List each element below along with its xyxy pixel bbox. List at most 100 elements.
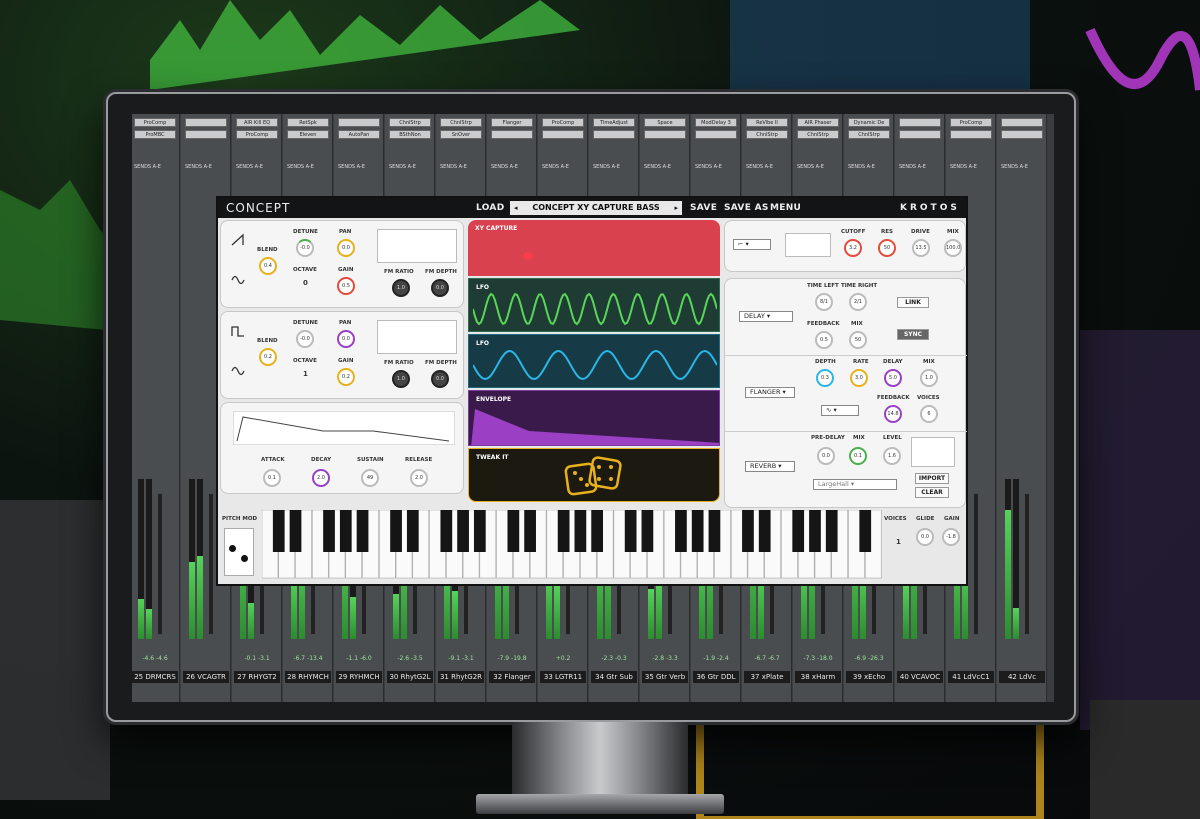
track-name[interactable]: 32 Flanger: [489, 671, 535, 683]
flanger-wave-dropdown[interactable]: ∿ ▾: [821, 405, 859, 416]
insert-slot[interactable]: AIR Phaser: [797, 118, 839, 127]
fx1-type-dropdown[interactable]: DELAY ▾: [739, 311, 793, 322]
attack-knob[interactable]: 0.1: [263, 469, 281, 487]
insert-slot[interactable]: [542, 130, 584, 139]
preset-prev-icon[interactable]: ◂: [514, 201, 518, 215]
black-key[interactable]: [641, 510, 654, 552]
sine-wave-icon[interactable]: [231, 273, 245, 287]
black-key[interactable]: [323, 510, 335, 552]
insert-slot[interactable]: ReVibe II: [746, 118, 788, 127]
track-name[interactable]: 42 LdVc: [999, 671, 1045, 683]
save-button[interactable]: SAVE: [690, 203, 717, 213]
piano-keyboard[interactable]: [262, 510, 882, 580]
black-key[interactable]: [473, 510, 486, 552]
mix-knob[interactable]: 100.0: [944, 239, 962, 257]
track-name[interactable]: 25 DRMCRS: [132, 671, 178, 683]
insert-slot[interactable]: [1001, 130, 1043, 139]
insert-slot[interactable]: [899, 130, 941, 139]
import-button[interactable]: IMPORT: [915, 473, 949, 484]
black-key[interactable]: [557, 510, 570, 552]
black-key[interactable]: [859, 510, 872, 552]
track-name[interactable]: 34 Gtr Sub: [591, 671, 637, 683]
black-key[interactable]: [675, 510, 687, 552]
insert-slot[interactable]: ModDelay 3: [695, 118, 737, 127]
fm-ratio-knob[interactable]: 1.0: [392, 279, 410, 297]
sustain-knob[interactable]: 49: [361, 469, 379, 487]
black-key[interactable]: [792, 510, 805, 552]
flanger-mix-knob[interactable]: 1.0: [920, 369, 938, 387]
xy-capture-pad[interactable]: XY CAPTURE: [468, 220, 720, 276]
fx3-type-dropdown[interactable]: REVERB ▾: [745, 461, 795, 472]
delay-mix-knob[interactable]: 50: [849, 331, 867, 349]
insert-slot[interactable]: ProMBC: [134, 130, 176, 139]
rate-knob[interactable]: 3.0: [850, 369, 868, 387]
flanger-delay-knob[interactable]: 5.0: [884, 369, 902, 387]
time-left-knob[interactable]: 8/1: [815, 293, 833, 311]
track-name[interactable]: 36 Gtr DDL: [693, 671, 739, 683]
black-key[interactable]: [825, 510, 838, 552]
level-knob[interactable]: 1.6: [883, 447, 901, 465]
insert-slot[interactable]: RetSpk: [287, 118, 329, 127]
load-button[interactable]: LOAD: [476, 203, 504, 213]
insert-slot[interactable]: ChnlStrp: [389, 118, 431, 127]
pitch-mod-wheel[interactable]: [224, 528, 254, 576]
insert-slot[interactable]: [644, 130, 686, 139]
insert-slot[interactable]: ProComp: [542, 118, 584, 127]
black-key[interactable]: [809, 510, 821, 552]
black-key[interactable]: [708, 510, 721, 552]
lfo-1-module[interactable]: LFO: [468, 278, 720, 332]
decay-knob[interactable]: 2.0: [312, 469, 330, 487]
blend-knob[interactable]: 0.4: [259, 257, 277, 275]
black-key[interactable]: [574, 510, 587, 552]
volume-fader[interactable]: [1025, 494, 1029, 634]
release-knob[interactable]: 2.0: [410, 469, 428, 487]
sine-wave-icon[interactable]: [231, 364, 245, 378]
track-name[interactable]: 40 VCAVOC: [897, 671, 943, 683]
blend-knob[interactable]: 0.2: [259, 348, 277, 366]
insert-slot[interactable]: [338, 118, 380, 127]
flanger-feedback-knob[interactable]: 14.8: [884, 405, 902, 423]
filter-type-dropdown[interactable]: ⌐ ▾: [733, 239, 771, 250]
insert-slot[interactable]: Flanger: [491, 118, 533, 127]
insert-slot[interactable]: ProComp: [134, 118, 176, 127]
volume-fader[interactable]: [158, 494, 162, 634]
track-name[interactable]: 26 VCAGTR: [183, 671, 229, 683]
fm-depth-knob[interactable]: 0.0: [431, 370, 449, 388]
link-button[interactable]: LINK: [897, 297, 929, 308]
fm-ratio-knob[interactable]: 1.0: [392, 370, 410, 388]
black-key[interactable]: [591, 510, 603, 552]
res-knob[interactable]: 50: [878, 239, 896, 257]
feedback-knob[interactable]: 0.5: [815, 331, 833, 349]
sync-button[interactable]: SYNC: [897, 329, 929, 340]
insert-slot[interactable]: BSthNon: [389, 130, 431, 139]
insert-slot[interactable]: TimeAdjust: [593, 118, 635, 127]
insert-slot[interactable]: ChnlStrp: [797, 130, 839, 139]
track-name[interactable]: 29 RYHMCH: [336, 671, 382, 683]
black-key[interactable]: [440, 510, 453, 552]
track-name[interactable]: 41 LdVcC1: [948, 671, 994, 683]
time-right-knob[interactable]: 2/1: [849, 293, 867, 311]
track-name[interactable]: 39 xEcho: [846, 671, 892, 683]
black-key[interactable]: [457, 510, 469, 552]
black-key[interactable]: [524, 510, 536, 552]
insert-slot[interactable]: ProComp: [950, 118, 992, 127]
black-key[interactable]: [356, 510, 369, 552]
insert-slot[interactable]: ChnlStrp: [848, 130, 890, 139]
gain-knob[interactable]: 0.2: [337, 368, 355, 386]
volume-fader[interactable]: [974, 494, 978, 634]
track-name[interactable]: 37 xPlate: [744, 671, 790, 683]
insert-slot[interactable]: [695, 130, 737, 139]
detune-knob[interactable]: -0.0: [296, 330, 314, 348]
insert-slot[interactable]: Eleven: [287, 130, 329, 139]
insert-slot[interactable]: AIR Kill EQ: [236, 118, 278, 127]
predelay-knob[interactable]: 0.0: [817, 447, 835, 465]
gain-knob[interactable]: 0.5: [337, 277, 355, 295]
insert-slot[interactable]: [185, 118, 227, 127]
insert-slot[interactable]: [491, 130, 533, 139]
depth-knob[interactable]: 0.3: [816, 369, 834, 387]
pan-knob[interactable]: 0.0: [337, 330, 355, 348]
black-key[interactable]: [758, 510, 771, 552]
drive-knob[interactable]: 13.5: [912, 239, 930, 257]
master-gain-knob[interactable]: -1.8: [942, 528, 960, 546]
lfo-2-module[interactable]: LFO: [468, 334, 720, 388]
